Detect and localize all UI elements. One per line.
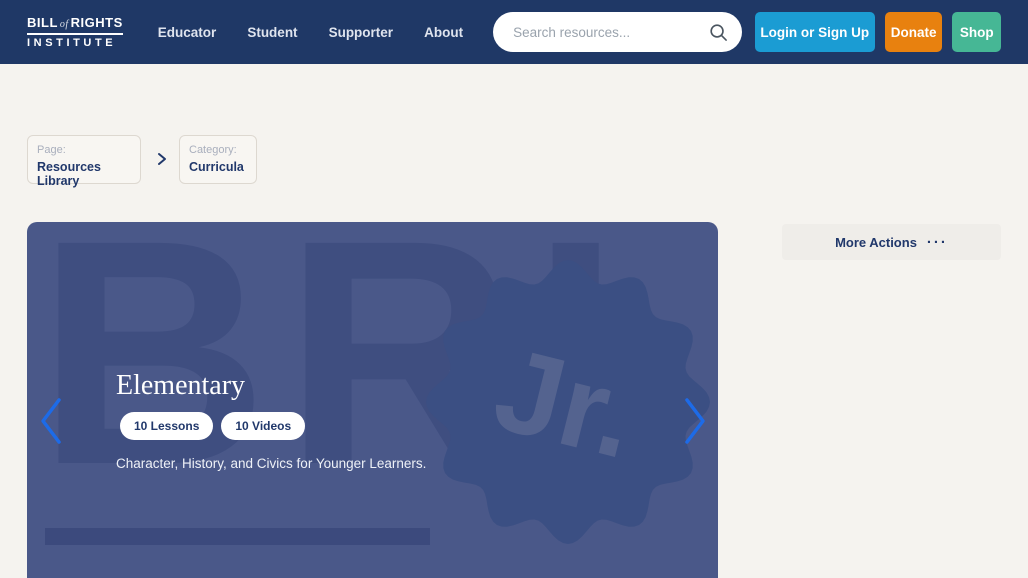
- header: BILLofRIGHTS INSTITUTE Educator Student …: [0, 0, 1028, 64]
- badge-videos: 10 Videos: [221, 412, 305, 440]
- shop-button[interactable]: Shop: [952, 12, 1001, 52]
- watermark-underline-bar: [45, 528, 430, 545]
- more-actions-label: More Actions: [835, 235, 917, 250]
- card-description: Character, History, and Civics for Young…: [116, 456, 426, 471]
- donate-button[interactable]: Donate: [885, 12, 943, 52]
- more-actions-button[interactable]: More Actions ···: [782, 224, 1001, 260]
- nav-item-educator[interactable]: Educator: [158, 25, 217, 40]
- carousel-prev-button[interactable]: [38, 396, 64, 449]
- hero-card[interactable]: BRI Jr. Elementary 10 Lessons 10 Videos …: [27, 222, 718, 578]
- nav-item-student[interactable]: Student: [247, 25, 297, 40]
- breadcrumb-category-label: Category:: [189, 144, 247, 156]
- chevron-right-icon: [682, 434, 708, 449]
- breadcrumb-chevron-icon: [155, 151, 169, 167]
- carousel-next-button[interactable]: [682, 396, 708, 449]
- bri-logo[interactable]: BILLofRIGHTS INSTITUTE: [27, 16, 123, 49]
- logo-of: of: [60, 19, 69, 30]
- login-button[interactable]: Login or Sign Up: [755, 12, 875, 52]
- nav-item-supporter[interactable]: Supporter: [329, 25, 394, 40]
- nav-item-about[interactable]: About: [424, 25, 463, 40]
- logo-bill: BILL: [27, 15, 58, 30]
- page: BILLofRIGHTS INSTITUTE Educator Student …: [0, 0, 1028, 578]
- logo-line1: BILLofRIGHTS: [27, 16, 123, 35]
- badge-lessons: 10 Lessons: [120, 412, 213, 440]
- ellipsis-icon: ···: [927, 234, 948, 251]
- main-nav: Educator Student Supporter About: [158, 25, 463, 40]
- breadcrumb-category-value: Curricula: [189, 160, 247, 174]
- chevron-left-icon: [38, 434, 64, 449]
- logo-rights: RIGHTS: [71, 15, 123, 30]
- breadcrumb-page[interactable]: Page: Resources Library: [27, 135, 141, 184]
- search-bar: [493, 12, 742, 52]
- breadcrumb-category[interactable]: Category: Curricula: [179, 135, 257, 184]
- search-icon[interactable]: [709, 23, 728, 42]
- card-badges: 10 Lessons 10 Videos: [120, 412, 305, 440]
- breadcrumb-page-value: Resources Library: [37, 160, 131, 188]
- breadcrumb-page-label: Page:: [37, 144, 131, 156]
- jr-seal: Jr.: [408, 242, 718, 562]
- logo-line2: INSTITUTE: [27, 38, 123, 49]
- search-input[interactable]: [511, 24, 709, 41]
- card-title: Elementary: [116, 370, 245, 402]
